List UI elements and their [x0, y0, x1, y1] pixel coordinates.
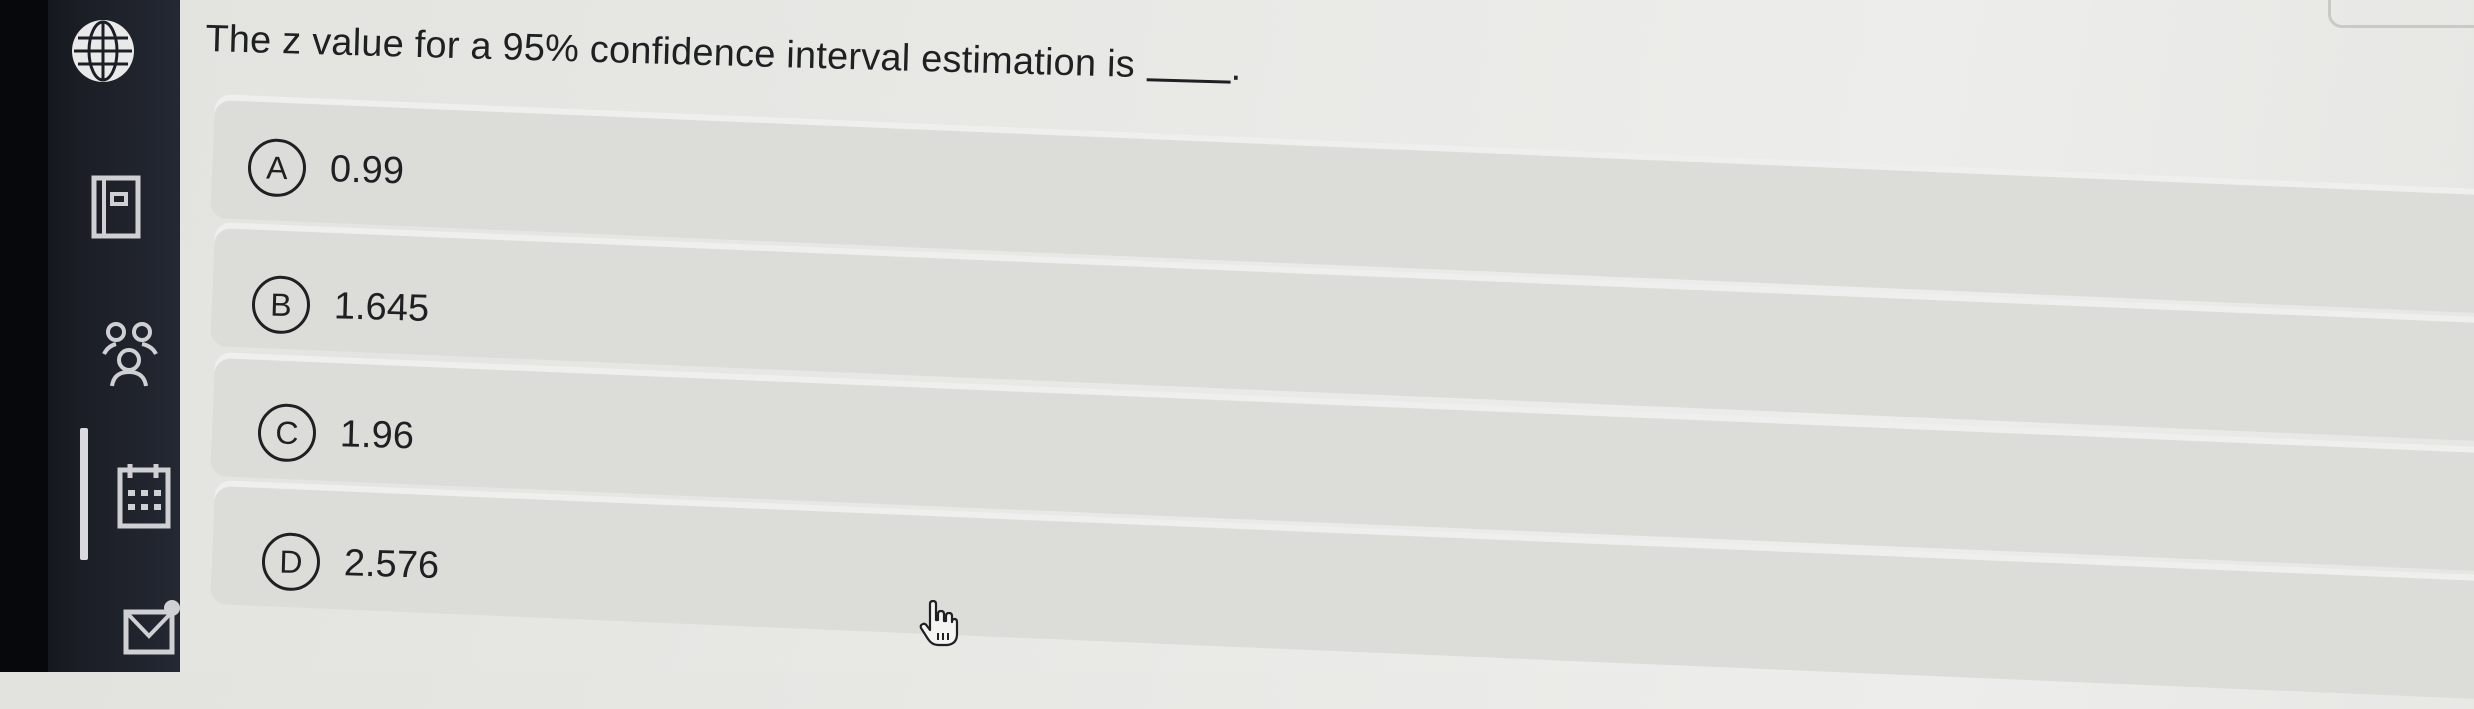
option-value: 1.645 — [333, 284, 430, 330]
people-icon[interactable] — [98, 318, 162, 390]
question-text: The z value for a 95% confidence interva… — [205, 18, 1242, 90]
option-letter-badge: A — [247, 138, 307, 198]
sidebar-edge — [0, 0, 48, 672]
mail-icon[interactable] — [122, 598, 182, 658]
answer-blank — [1146, 78, 1231, 84]
globe-icon[interactable] — [68, 16, 138, 86]
option-b[interactable]: B 1.645 — [251, 275, 430, 338]
option-letter-badge: C — [257, 403, 317, 463]
question-trailing: . — [1230, 46, 1243, 89]
option-c[interactable]: C 1.96 — [257, 403, 415, 465]
option-value: 2.576 — [343, 541, 440, 587]
book-icon[interactable] — [88, 172, 144, 242]
option-value: 1.96 — [339, 412, 415, 457]
hand-cursor-icon — [918, 599, 960, 653]
option-d[interactable]: D 2.576 — [261, 532, 440, 595]
sidebar-active-marker — [80, 428, 88, 560]
question-panel: The z value for a 95% confidence interva… — [180, 0, 2474, 709]
option-a[interactable]: A 0.99 — [247, 138, 405, 200]
option-value: 0.99 — [329, 147, 405, 192]
top-right-button-edge[interactable] — [2328, 0, 2474, 28]
option-letter-badge: D — [261, 532, 321, 592]
option-letter-badge: B — [251, 275, 311, 335]
question-stem: The z value for a 95% confidence interva… — [204, 18, 1136, 86]
calendar-icon[interactable] — [116, 462, 172, 532]
sidebar — [0, 0, 180, 672]
